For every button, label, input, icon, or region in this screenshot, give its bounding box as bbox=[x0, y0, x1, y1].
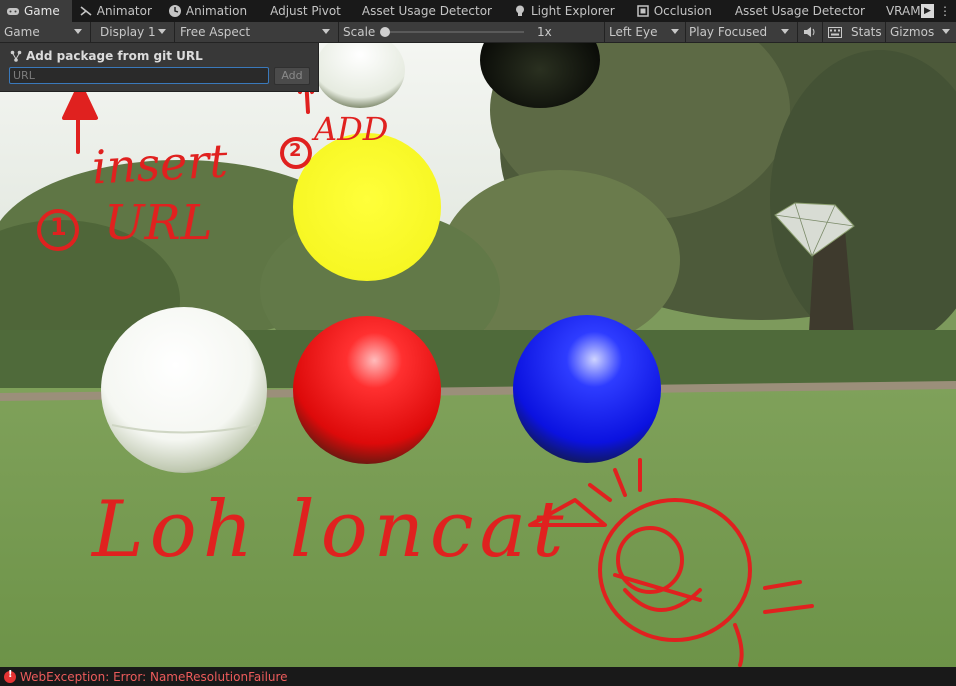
gizmos-dropdown[interactable]: Gizmos bbox=[890, 22, 956, 42]
annotation-scribble-text: Loh loncat bbox=[92, 485, 570, 575]
annotation-insert: insert bbox=[90, 133, 229, 195]
add-button[interactable]: Add bbox=[274, 67, 310, 85]
divider bbox=[797, 22, 798, 42]
divider bbox=[174, 22, 175, 42]
tab-label: Occlusion bbox=[653, 4, 712, 18]
tab-asset-usage-detector-2[interactable]: Asset Usage Detector bbox=[721, 0, 874, 22]
divider bbox=[604, 22, 605, 42]
display-value: Display 1 bbox=[100, 25, 156, 39]
git-url-input[interactable]: URL bbox=[9, 67, 269, 84]
tab-occlusion[interactable]: Occlusion bbox=[624, 0, 721, 22]
scale-value-text: 1x bbox=[537, 25, 552, 39]
tab-label: Asset Usage Detector bbox=[734, 4, 865, 18]
gizmos-label: Gizmos bbox=[890, 25, 935, 39]
view-mode-dropdown[interactable]: Game bbox=[4, 22, 88, 42]
tab-label: Adjust Pivot bbox=[270, 4, 341, 18]
chevron-right-icon: ▶ bbox=[924, 6, 931, 16]
scale-slider-track[interactable] bbox=[384, 31, 524, 33]
tab-label: Asset Usage Detector bbox=[361, 4, 492, 18]
tab-label: Animation bbox=[185, 4, 248, 18]
annotation-step1-number: 1 bbox=[50, 213, 67, 241]
eye-value: Left Eye bbox=[609, 25, 658, 39]
aspect-dropdown[interactable]: Free Aspect bbox=[180, 22, 336, 42]
kebab-menu-icon: ⋮ bbox=[939, 4, 951, 18]
scale-slider-thumb[interactable] bbox=[380, 27, 390, 37]
stats-button[interactable]: Stats bbox=[851, 22, 882, 42]
chevron-down-icon bbox=[158, 29, 166, 34]
tab-bar: Game Animator Animation Adjust Pivot Ass… bbox=[0, 0, 956, 22]
annotation-url: URL bbox=[104, 195, 213, 251]
chevron-down-icon bbox=[781, 29, 789, 34]
scale-label: Scale bbox=[343, 22, 375, 42]
divider bbox=[685, 22, 686, 42]
divider bbox=[885, 22, 886, 42]
annotation-add: ADD bbox=[314, 110, 389, 148]
scale-value: 1x bbox=[537, 22, 552, 42]
console-status-bar[interactable]: WebException: Error: NameResolutionFailu… bbox=[0, 667, 956, 686]
keyboard-icon bbox=[828, 26, 842, 38]
play-mode-dropdown[interactable]: Play Focused bbox=[689, 22, 795, 42]
play-mode-value: Play Focused bbox=[689, 25, 768, 39]
tab-light-explorer[interactable]: Light Explorer bbox=[501, 0, 624, 22]
clock-icon bbox=[168, 5, 181, 17]
mute-audio-button[interactable] bbox=[800, 22, 820, 42]
divider bbox=[822, 22, 823, 42]
tab-label: Animator bbox=[96, 4, 152, 18]
game-viewport[interactable]: insert URL 1 ADD 2 Loh loncat bbox=[0, 43, 956, 667]
keyboard-shortcuts-button[interactable] bbox=[824, 22, 846, 42]
popup-title: Add package from git URL bbox=[10, 49, 203, 63]
speaker-icon bbox=[804, 27, 815, 37]
stats-label: Stats bbox=[851, 25, 882, 39]
tab-game[interactable]: Game bbox=[0, 0, 72, 22]
aspect-value: Free Aspect bbox=[180, 25, 251, 39]
chevron-down-icon bbox=[671, 29, 679, 34]
display-dropdown[interactable]: Display 1 bbox=[100, 22, 172, 42]
scale-label-text: Scale bbox=[343, 25, 376, 39]
tab-asset-usage-detector[interactable]: Asset Usage Detector bbox=[350, 0, 501, 22]
view-mode-value: Game bbox=[4, 25, 40, 39]
tab-label: Game bbox=[24, 4, 60, 18]
chevron-down-icon bbox=[322, 29, 330, 34]
tab-animator[interactable]: Animator bbox=[72, 0, 161, 22]
add-package-git-popup: Add package from git URL URL Add bbox=[0, 43, 319, 92]
lightbulb-icon bbox=[515, 5, 524, 16]
gamepad-icon bbox=[7, 8, 19, 15]
tab-menu-button[interactable]: ⋮ bbox=[934, 0, 956, 22]
tab-adjust-pivot[interactable]: Adjust Pivot bbox=[256, 0, 350, 22]
divider bbox=[90, 22, 91, 42]
error-message: WebException: Error: NameResolutionFailu… bbox=[20, 669, 288, 684]
annotation-step2-number: 2 bbox=[289, 140, 302, 161]
animator-icon bbox=[80, 6, 92, 16]
tab-animation[interactable]: Animation bbox=[161, 0, 256, 22]
error-icon bbox=[4, 669, 16, 683]
popup-title-text: Add package from git URL bbox=[26, 49, 203, 63]
occlusion-icon bbox=[636, 5, 649, 17]
divider bbox=[338, 22, 339, 42]
tab-label: Light Explorer bbox=[530, 4, 615, 18]
chevron-down-icon bbox=[942, 29, 950, 34]
git-branch-icon bbox=[10, 50, 22, 62]
chevron-down-icon bbox=[74, 29, 82, 34]
eye-dropdown[interactable]: Left Eye bbox=[609, 22, 685, 42]
tab-scroll-right-button[interactable]: ▶ bbox=[921, 4, 934, 18]
